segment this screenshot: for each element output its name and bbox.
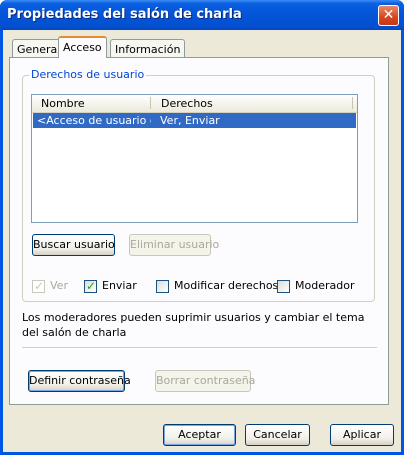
checkbox-modificar-derechos-label: Modificar derechos bbox=[174, 279, 279, 292]
set-password-button[interactable]: Definir contraseña bbox=[28, 370, 131, 392]
checkbox-enviar-box[interactable]: ✓ bbox=[84, 279, 97, 293]
checkbox-moderador-box[interactable] bbox=[277, 280, 290, 293]
dialog-client-area: General Acceso Información Derechos de u… bbox=[3, 30, 401, 452]
close-button[interactable]: ✕ bbox=[378, 5, 399, 26]
checkmark-icon: ✓ bbox=[86, 279, 97, 293]
list-item-rights: Ver, Enviar bbox=[160, 114, 220, 127]
checkmark-icon: ✓ bbox=[34, 279, 45, 293]
window-title: Propiedades del salón de charla bbox=[7, 7, 242, 22]
clear-password-button[interactable]: Borrar contraseña bbox=[155, 370, 255, 392]
checkbox-enviar-label: Enviar bbox=[102, 279, 137, 292]
remove-user-button[interactable]: Eliminar usuario bbox=[129, 234, 219, 256]
checkbox-moderador-label: Moderador bbox=[295, 279, 355, 292]
tab-informacion[interactable]: Información bbox=[110, 39, 186, 57]
title-bar[interactable]: Propiedades del salón de charla ✕ bbox=[0, 0, 404, 30]
list-item[interactable]: <Acceso de usuario g... Ver, Enviar bbox=[33, 113, 356, 128]
checkbox-ver-label: Ver bbox=[50, 279, 68, 292]
cancel-button[interactable]: Cancelar bbox=[245, 424, 310, 446]
ok-button[interactable]: Aceptar bbox=[163, 424, 236, 446]
find-user-button[interactable]: Buscar usuario bbox=[32, 234, 115, 256]
tab-panel-acceso: Derechos de usuario Nombre Derechos <Acc… bbox=[9, 57, 389, 405]
tab-acceso[interactable]: Acceso bbox=[58, 36, 107, 58]
close-icon: ✕ bbox=[382, 7, 395, 23]
column-header-derechos[interactable]: Derechos bbox=[161, 97, 213, 110]
dialog-window: Propiedades del salón de charla ✕ Genera… bbox=[0, 0, 404, 455]
checkbox-ver-box[interactable]: ✓ bbox=[32, 279, 45, 293]
column-separator[interactable] bbox=[150, 97, 151, 109]
moderator-info-text: Los moderadores pueden suprimir usuarios… bbox=[22, 311, 365, 339]
user-rights-group-label: Derechos de usuario bbox=[29, 68, 147, 81]
apply-button[interactable]: Aplicar bbox=[330, 424, 394, 446]
user-rights-group: Derechos de usuario Nombre Derechos <Acc… bbox=[22, 68, 375, 302]
users-list-header: Nombre Derechos bbox=[32, 95, 357, 113]
separator-line bbox=[22, 347, 377, 349]
list-item-name: <Acceso de usuario g... bbox=[37, 114, 151, 127]
column-separator[interactable] bbox=[352, 97, 353, 109]
column-header-nombre[interactable]: Nombre bbox=[41, 97, 85, 110]
users-list[interactable]: Nombre Derechos <Acceso de usuario g... … bbox=[31, 94, 358, 223]
checkbox-modificar-derechos-box[interactable] bbox=[156, 280, 169, 293]
